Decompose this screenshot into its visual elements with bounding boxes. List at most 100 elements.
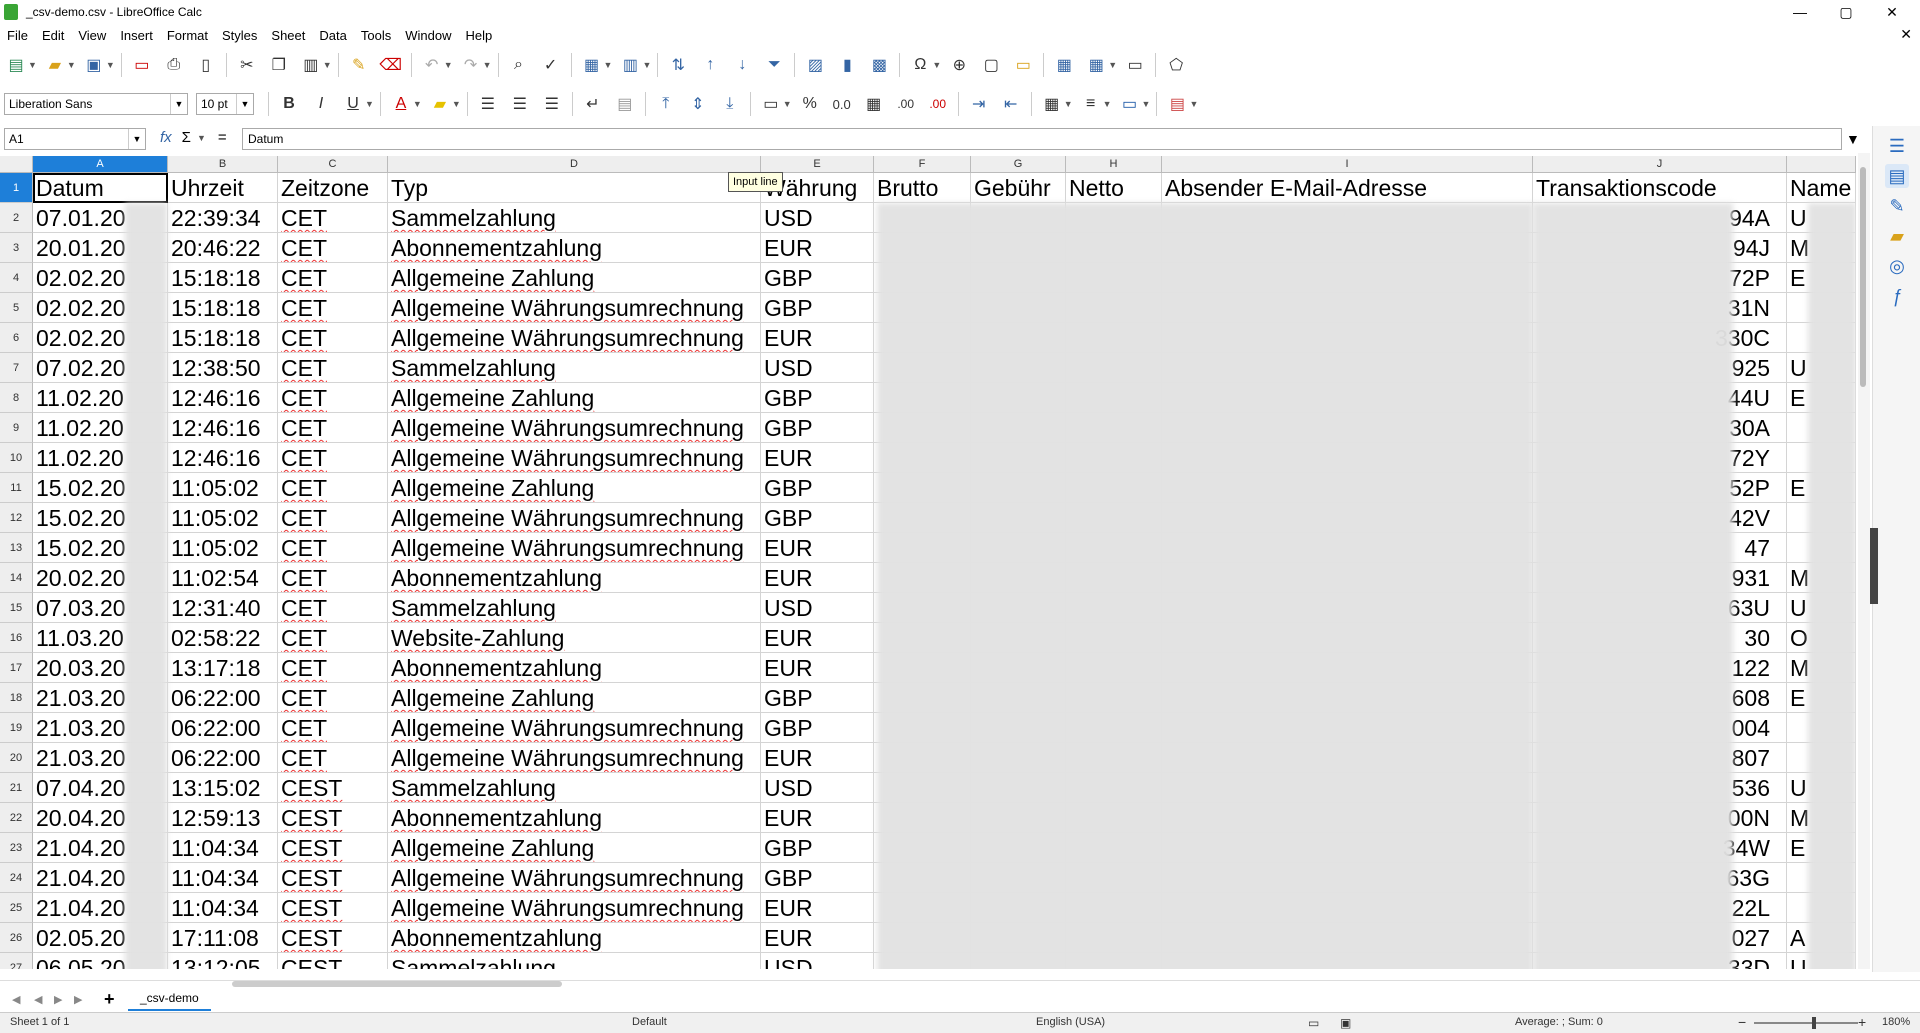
font-color-icon[interactable]: A bbox=[387, 90, 415, 118]
table-cell[interactable]: Allgemeine Zahlung bbox=[388, 383, 761, 413]
table-cell[interactable]: 02:58:22 bbox=[168, 623, 278, 653]
autofilter-icon[interactable]: ⏷ bbox=[760, 51, 788, 79]
row-header[interactable]: 7 bbox=[0, 353, 33, 383]
table-cell[interactable]: CEST bbox=[278, 803, 388, 833]
zoom-slider[interactable] bbox=[1754, 1022, 1858, 1024]
menu-window[interactable]: Window bbox=[398, 28, 458, 43]
column-header[interactable]: G bbox=[971, 156, 1066, 173]
input-line[interactable]: Datum bbox=[242, 128, 1842, 150]
table-cell[interactable]: 06:22:00 bbox=[168, 713, 278, 743]
border-style-icon[interactable]: ≡ bbox=[1077, 90, 1105, 118]
close-document-icon[interactable]: ✕ bbox=[1900, 26, 1912, 43]
row-header[interactable]: 14 bbox=[0, 563, 33, 593]
header-cell[interactable]: Uhrzeit bbox=[168, 173, 278, 203]
print-icon[interactable]: ⎙ bbox=[160, 51, 188, 79]
table-cell[interactable]: Allgemeine Währungsumrechnung bbox=[388, 893, 761, 923]
sort-descending-icon[interactable]: ↓ bbox=[728, 51, 756, 79]
table-cell[interactable]: EUR bbox=[761, 233, 874, 263]
column-header[interactable]: E bbox=[761, 156, 874, 173]
table-cell[interactable]: Allgemeine Währungsumrechnung bbox=[388, 533, 761, 563]
table-cell[interactable]: EUR bbox=[761, 533, 874, 563]
save-icon[interactable]: ▣ bbox=[80, 51, 108, 79]
row-header[interactable]: 27 bbox=[0, 953, 33, 969]
expand-formula-bar-icon[interactable]: ▼ bbox=[1846, 131, 1860, 147]
table-cell[interactable]: GBP bbox=[761, 413, 874, 443]
paste-icon[interactable]: ▥ bbox=[297, 51, 325, 79]
table-cell[interactable]: EUR bbox=[761, 563, 874, 593]
table-cell[interactable]: 11:04:34 bbox=[168, 893, 278, 923]
last-sheet-icon[interactable]: ▶ bbox=[74, 993, 82, 1006]
close-window-button[interactable]: ✕ bbox=[1869, 0, 1915, 24]
table-cell[interactable]: CEST bbox=[278, 953, 388, 969]
chevron-down-icon[interactable]: ▼ bbox=[1064, 99, 1073, 109]
table-cell[interactable]: Sammelzahlung bbox=[388, 203, 761, 233]
table-cell[interactable]: USD bbox=[761, 593, 874, 623]
chevron-down-icon[interactable]: ▼ bbox=[604, 60, 613, 70]
menu-data[interactable]: Data bbox=[312, 28, 353, 43]
minimize-button[interactable]: — bbox=[1777, 0, 1823, 24]
table-cell[interactable]: EUR bbox=[761, 653, 874, 683]
table-cell[interactable]: Sammelzahlung bbox=[388, 353, 761, 383]
next-sheet-icon[interactable]: ▶ bbox=[54, 993, 62, 1006]
chevron-down-icon[interactable]: ▼ bbox=[365, 99, 374, 109]
table-cell[interactable]: Allgemeine Währungsumrechnung bbox=[388, 713, 761, 743]
zoom-slider-knob[interactable] bbox=[1812, 1017, 1816, 1029]
column-icon[interactable]: ▥ bbox=[616, 51, 644, 79]
table-cell[interactable]: EUR bbox=[761, 323, 874, 353]
chevron-down-icon[interactable]: ▼ bbox=[452, 99, 461, 109]
table-cell[interactable]: CET bbox=[278, 533, 388, 563]
table-cell[interactable]: 15:18:18 bbox=[168, 293, 278, 323]
table-cell[interactable]: EUR bbox=[761, 803, 874, 833]
table-cell[interactable]: CET bbox=[278, 323, 388, 353]
table-cell[interactable]: 12:59:13 bbox=[168, 803, 278, 833]
conditional-format-icon[interactable]: ▤ bbox=[1163, 90, 1191, 118]
navigator-icon[interactable]: ◎ bbox=[1885, 254, 1909, 278]
header-cell[interactable]: Gebühr bbox=[971, 173, 1066, 203]
column-header[interactable] bbox=[1787, 156, 1856, 173]
name-box[interactable]: A1 ▼ bbox=[4, 128, 146, 150]
table-cell[interactable]: 13:12:05 bbox=[168, 953, 278, 969]
split-window-icon[interactable]: ▭ bbox=[1121, 51, 1149, 79]
header-cell[interactable]: Absender E-Mail-Adresse bbox=[1162, 173, 1533, 203]
sort-icon[interactable]: ⇅ bbox=[664, 51, 692, 79]
decrease-indent-icon[interactable]: ⇤ bbox=[997, 90, 1025, 118]
open-folder-icon[interactable]: ▰ bbox=[41, 51, 69, 79]
selection-mode-icon[interactable]: ▭ bbox=[1308, 1016, 1319, 1030]
table-cell[interactable]: 13:17:18 bbox=[168, 653, 278, 683]
first-sheet-icon[interactable]: ◀ bbox=[12, 993, 20, 1006]
zoom-level[interactable]: 180% bbox=[1882, 1016, 1910, 1028]
chevron-down-icon[interactable]: ▼ bbox=[170, 94, 187, 114]
row-header[interactable]: 21 bbox=[0, 773, 33, 803]
chevron-down-icon[interactable]: ▼ bbox=[197, 133, 206, 143]
horizontal-scrollbar[interactable] bbox=[232, 981, 562, 987]
table-cell[interactable]: 22:39:34 bbox=[168, 203, 278, 233]
chevron-down-icon[interactable]: ▼ bbox=[642, 60, 651, 70]
table-cell[interactable]: Website-Zahlung bbox=[388, 623, 761, 653]
table-cell[interactable]: 11:02:54 bbox=[168, 563, 278, 593]
percent-format-button[interactable]: % bbox=[796, 90, 824, 118]
border-color-icon[interactable]: ▭ bbox=[1116, 90, 1144, 118]
zoom-out-button[interactable]: − bbox=[1738, 1014, 1746, 1030]
table-cell[interactable]: 12:31:40 bbox=[168, 593, 278, 623]
table-cell[interactable]: Allgemeine Währungsumrechnung bbox=[388, 743, 761, 773]
export-pdf-icon[interactable]: ▭ bbox=[128, 51, 156, 79]
font-size-box[interactable]: 10 pt ▼ bbox=[196, 93, 254, 115]
insert-image-icon[interactable]: ▨ bbox=[801, 51, 829, 79]
column-header[interactable]: H bbox=[1066, 156, 1162, 173]
row-header[interactable]: 4 bbox=[0, 263, 33, 293]
table-cell[interactable]: 06:22:00 bbox=[168, 743, 278, 773]
table-cell[interactable]: Abonnementzahlung bbox=[388, 803, 761, 833]
menu-view[interactable]: View bbox=[71, 28, 113, 43]
sort-ascending-icon[interactable]: ↑ bbox=[696, 51, 724, 79]
table-cell[interactable]: GBP bbox=[761, 683, 874, 713]
column-header[interactable]: C bbox=[278, 156, 388, 173]
row-header[interactable]: 8 bbox=[0, 383, 33, 413]
currency-format-icon[interactable]: ▭ bbox=[757, 90, 785, 118]
chevron-down-icon[interactable]: ▼ bbox=[323, 60, 332, 70]
chevron-down-icon[interactable]: ▼ bbox=[413, 99, 422, 109]
table-cell[interactable]: CEST bbox=[278, 773, 388, 803]
table-cell[interactable]: GBP bbox=[761, 503, 874, 533]
italic-button[interactable]: I bbox=[307, 90, 335, 118]
spelling-icon[interactable]: ✓ bbox=[537, 51, 565, 79]
chevron-down-icon[interactable]: ▼ bbox=[1108, 60, 1117, 70]
